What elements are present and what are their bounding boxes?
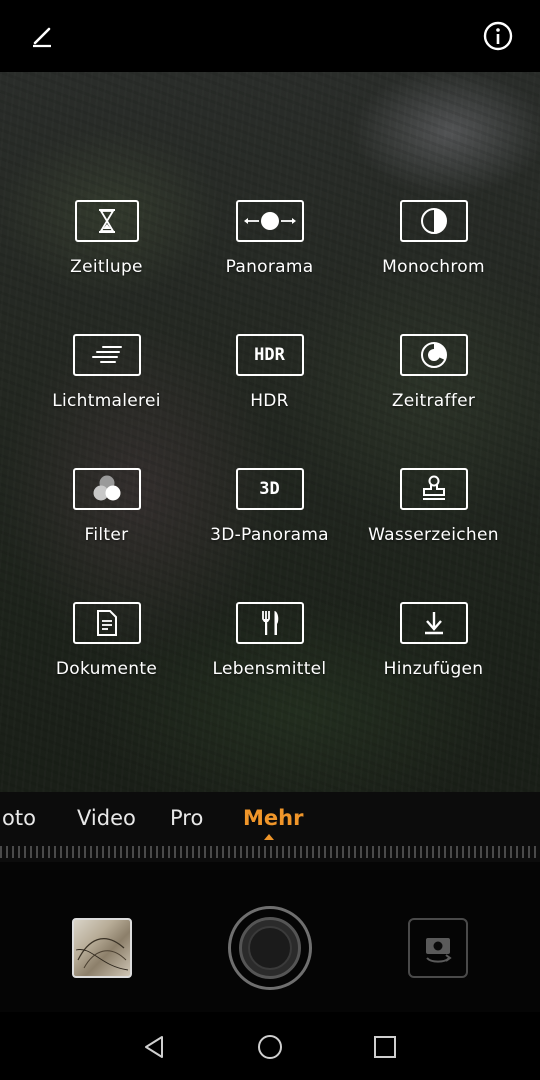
mode-label: Zeitraffer <box>391 391 476 411</box>
mode-label: Lebensmittel <box>212 659 327 679</box>
mode-tile <box>399 602 468 644</box>
mode-tile <box>399 468 468 510</box>
recents-button[interactable] <box>370 1032 400 1062</box>
mode-panorama[interactable]: Panorama <box>188 200 351 300</box>
filter-circles-icon <box>93 475 120 501</box>
shutter-inner <box>239 917 301 979</box>
pencil-icon <box>33 27 51 48</box>
switch-camera-button[interactable] <box>408 918 468 978</box>
mode-label: Hinzufügen <box>383 659 484 679</box>
tab-mehr[interactable]: Mehr <box>243 806 303 830</box>
switch-camera-icon <box>426 938 452 963</box>
gallery-photo-icon <box>75 938 129 971</box>
mode-tile <box>399 200 468 242</box>
3d-icon: 3D <box>259 479 280 499</box>
tab-pro[interactable]: Pro <box>170 806 203 830</box>
mode-3d-panorama[interactable]: 3D 3D-Panorama <box>188 468 351 568</box>
panorama-icon <box>243 212 296 230</box>
mode-lichtmalerei[interactable]: Lichtmalerei <box>25 334 188 434</box>
mode-label: Zeitlupe <box>70 257 143 277</box>
mode-label: Panorama <box>225 257 314 277</box>
mode-wasserzeichen[interactable]: Wasserzeichen <box>352 468 515 568</box>
download-icon <box>424 612 443 635</box>
mode-label: Wasserzeichen <box>368 525 499 545</box>
mode-monochrom[interactable]: Monochrom <box>352 200 515 300</box>
active-tab-caret-icon <box>264 834 274 840</box>
stamp-icon <box>422 475 445 500</box>
mode-tile <box>235 602 304 644</box>
top-bar <box>0 0 540 72</box>
half-circle-icon <box>420 208 447 234</box>
recents-square-icon <box>374 1036 396 1058</box>
light-streak-icon <box>91 346 122 363</box>
gallery-thumbnail[interactable] <box>72 918 132 978</box>
mode-tile <box>72 468 141 510</box>
mode-tile: 3D <box>235 468 304 510</box>
mode-zeitlupe[interactable]: Zeitlupe <box>25 200 188 300</box>
timelapse-icon <box>420 342 447 368</box>
mode-tile: HDR <box>235 334 304 376</box>
mode-selector: oto Video Pro Mehr <box>0 792 540 862</box>
mode-label: Filter <box>84 525 129 545</box>
mode-lebensmittel[interactable]: Lebensmittel <box>188 602 351 702</box>
tab-video[interactable]: Video <box>77 806 136 830</box>
mode-hinzufuegen[interactable]: Hinzufügen <box>352 602 515 702</box>
hdr-icon: HDR <box>254 345 285 365</box>
home-circle-icon <box>258 1035 282 1059</box>
info-button[interactable] <box>478 16 518 56</box>
mode-tile <box>399 334 468 376</box>
mode-tile <box>72 334 141 376</box>
mode-scroll-ruler[interactable] <box>0 846 540 858</box>
mode-tile <box>72 602 141 644</box>
mode-tile <box>235 200 304 242</box>
system-nav-bar <box>0 1012 540 1080</box>
mode-label: Dokumente <box>55 659 158 679</box>
mode-label: Monochrom <box>382 257 485 277</box>
document-icon <box>96 610 117 636</box>
info-icon <box>483 21 513 51</box>
mode-dokumente[interactable]: Dokumente <box>25 602 188 702</box>
back-button[interactable] <box>140 1032 170 1062</box>
shutter-core <box>248 926 292 970</box>
tab-foto[interactable]: oto <box>2 806 36 830</box>
fork-knife-icon <box>261 611 278 635</box>
mode-zeitraffer[interactable]: Zeitraffer <box>352 334 515 434</box>
hourglass-icon <box>98 209 115 233</box>
mode-tile <box>74 200 139 242</box>
mode-label: 3D-Panorama <box>210 525 329 545</box>
shutter-button[interactable] <box>228 906 312 990</box>
camera-controls <box>0 862 540 1012</box>
back-triangle-icon <box>145 1036 163 1058</box>
edit-button[interactable] <box>22 16 62 56</box>
mode-filter[interactable]: Filter <box>25 468 188 568</box>
home-button[interactable] <box>255 1032 285 1062</box>
mode-hdr[interactable]: HDR HDR <box>188 334 351 434</box>
mode-label: HDR <box>250 391 289 411</box>
mode-label: Lichtmalerei <box>52 391 161 411</box>
